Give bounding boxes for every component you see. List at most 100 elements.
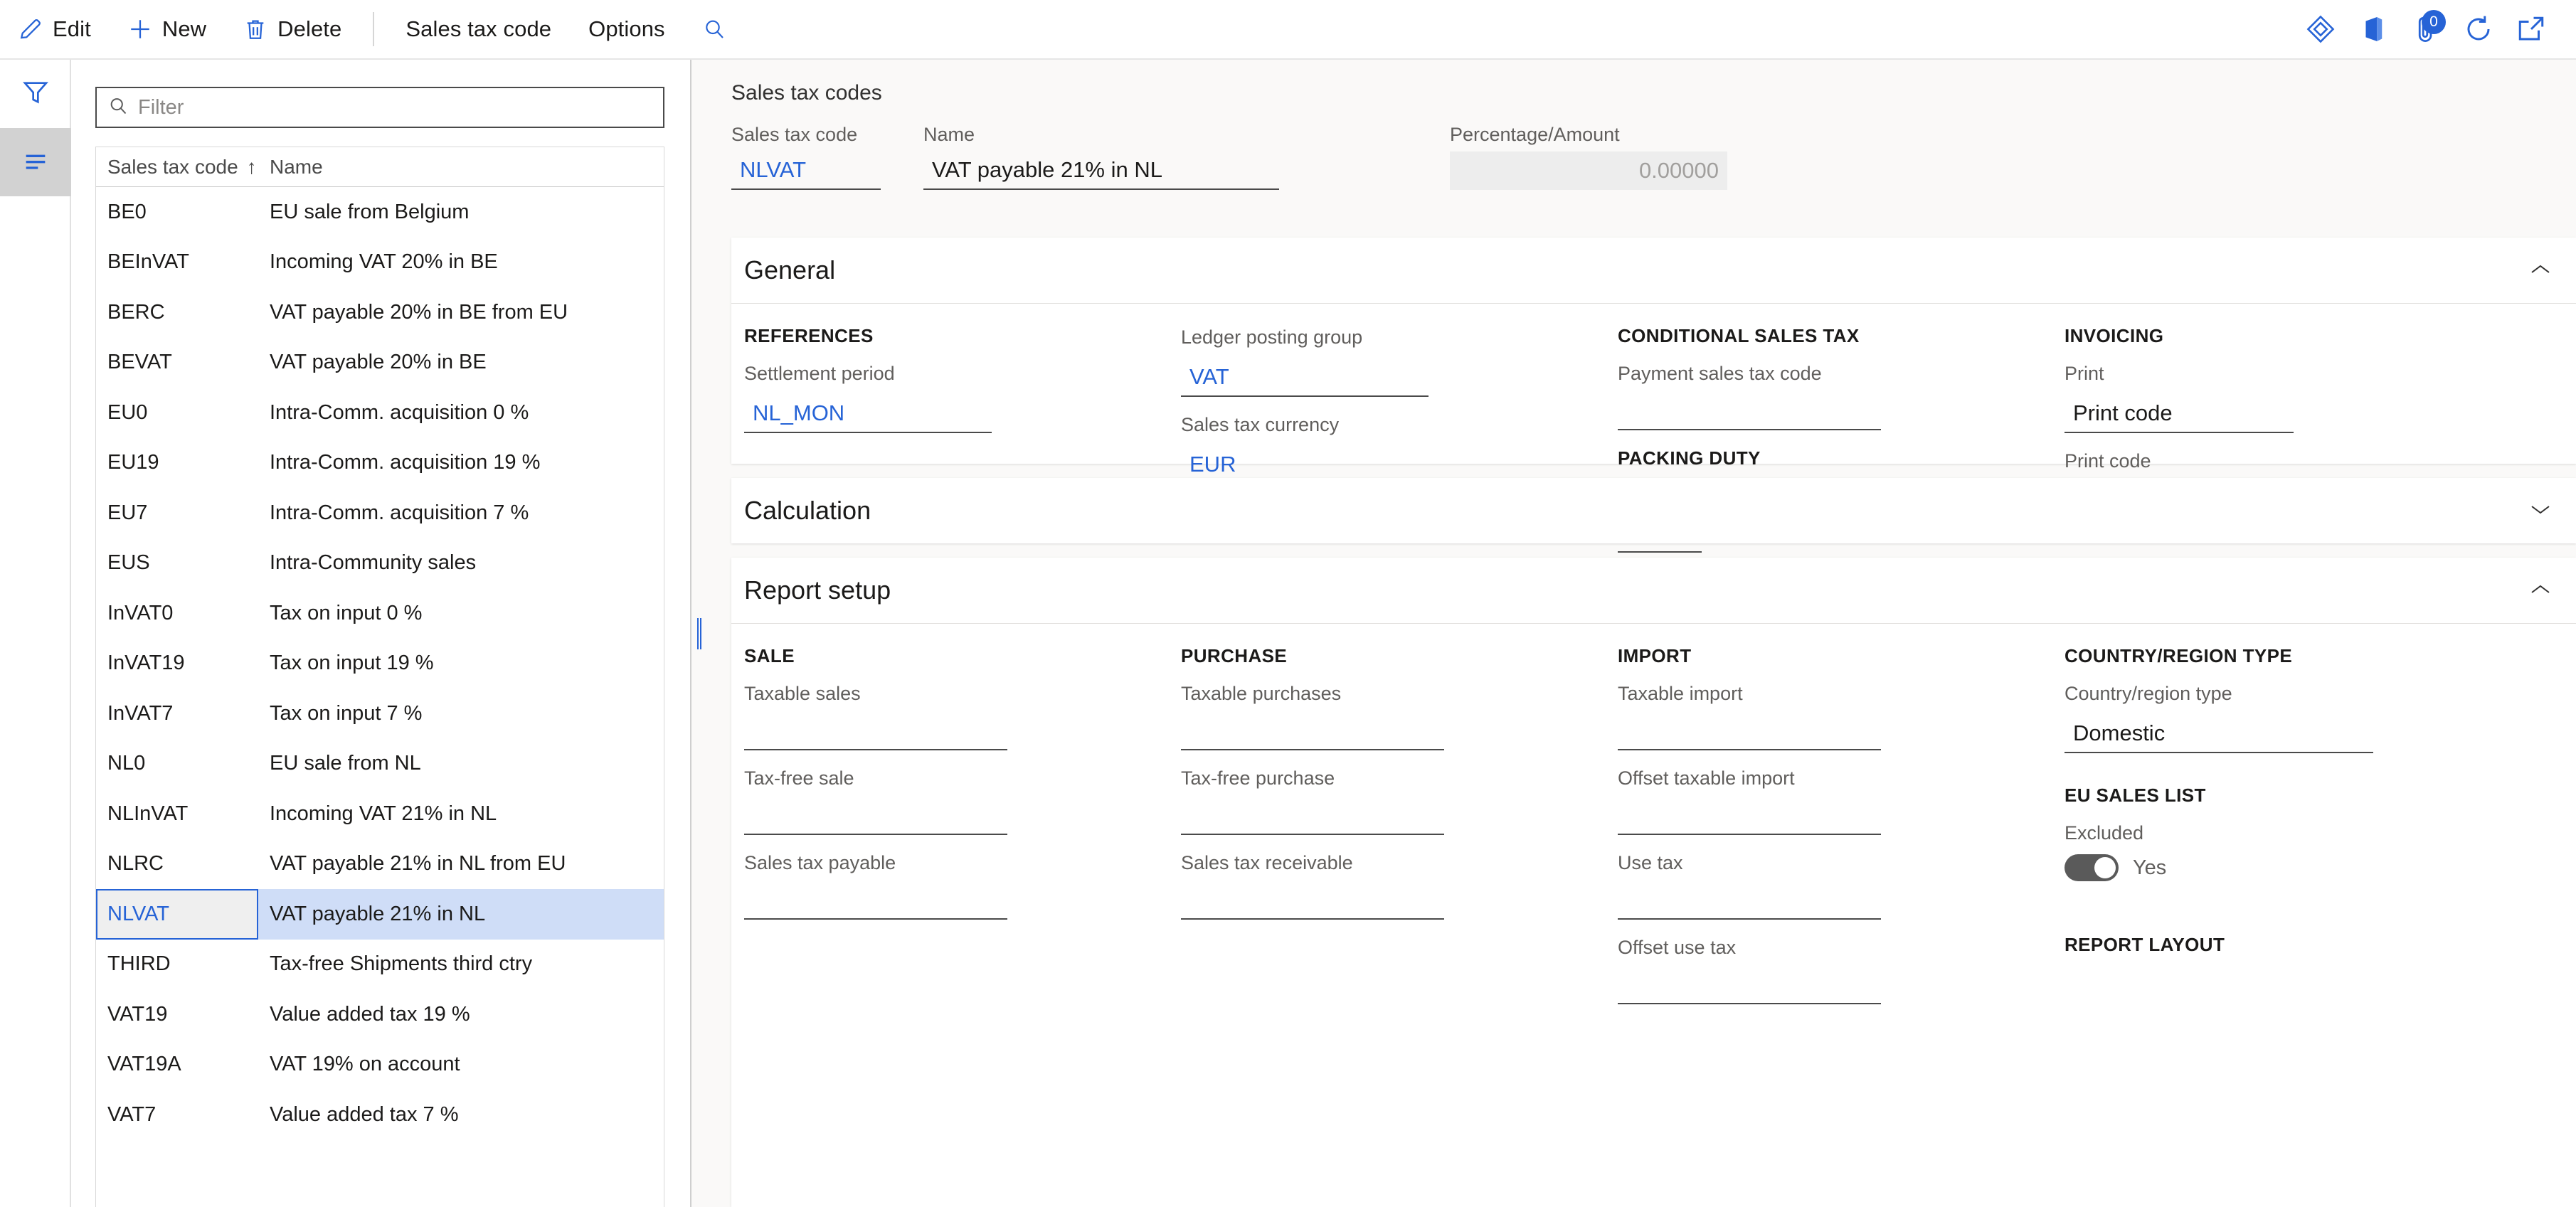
field-sales-tax-code-value[interactable]: NLVAT — [731, 151, 881, 190]
menu-options[interactable]: Options — [573, 7, 681, 51]
field-ledger-posting-group-value[interactable]: VAT — [1181, 358, 1429, 397]
search-button[interactable] — [687, 7, 742, 51]
cell-name[interactable]: Intra-Comm. acquisition 19 % — [258, 451, 664, 474]
cell-sales-tax-code[interactable]: VAT7 — [96, 1103, 258, 1127]
pane-splitter[interactable] — [691, 60, 707, 1207]
filter-input[interactable]: Filter — [95, 87, 664, 128]
cell-name[interactable]: EU sale from NL — [258, 752, 664, 775]
field-offset-taxable-import-value[interactable] — [1618, 799, 1881, 835]
chevron-up-icon[interactable] — [2529, 260, 2552, 280]
attachment-icon[interactable]: 0 — [2400, 4, 2452, 54]
field-name-value[interactable]: VAT payable 21% in NL — [923, 151, 1279, 190]
table-row[interactable]: InVAT7 Tax on input 7 % — [96, 688, 664, 739]
field-payment-sales-tax-code-value[interactable] — [1618, 395, 1881, 430]
cell-sales-tax-code[interactable]: InVAT0 — [96, 602, 258, 625]
cell-sales-tax-code[interactable]: InVAT7 — [96, 702, 258, 725]
field-taxable-import-value[interactable] — [1618, 715, 1881, 750]
field-taxable-sales-value[interactable] — [744, 715, 1007, 750]
cell-name[interactable]: Tax on input 0 % — [258, 602, 664, 625]
table-row[interactable]: VAT19 Value added tax 19 % — [96, 989, 664, 1040]
table-row[interactable]: NL0 EU sale from NL — [96, 739, 664, 789]
field-taxable-purchases-value[interactable] — [1181, 715, 1444, 750]
field-sales-tax-payable-value[interactable] — [744, 884, 1007, 920]
cell-name[interactable]: Tax on input 7 % — [258, 702, 664, 725]
table-row[interactable]: VAT19A VAT 19% on account — [96, 1040, 664, 1090]
cell-name[interactable]: EU sale from Belgium — [258, 201, 664, 224]
excluded-toggle[interactable] — [2064, 854, 2119, 881]
cell-name[interactable]: VAT payable 20% in BE — [258, 351, 664, 374]
field-taxable-sales: Taxable sales — [744, 683, 1168, 750]
table-row[interactable]: THIRD Tax-free Shipments third ctry — [96, 940, 664, 990]
cell-sales-tax-code[interactable]: EUS — [96, 551, 258, 575]
table-row[interactable]: BEInVAT Incoming VAT 20% in BE — [96, 238, 664, 288]
cell-sales-tax-code[interactable]: NL0 — [96, 752, 258, 775]
cell-sales-tax-code[interactable]: THIRD — [96, 952, 258, 976]
cell-name[interactable]: Incoming VAT 20% in BE — [258, 250, 664, 274]
cell-sales-tax-code[interactable]: VAT19A — [96, 1053, 258, 1076]
table-row[interactable]: EU7 Intra-Comm. acquisition 7 % — [96, 488, 664, 538]
cell-name[interactable]: Intra-Comm. acquisition 7 % — [258, 501, 664, 525]
field-tax-free-sale-value[interactable] — [744, 799, 1007, 835]
cell-sales-tax-code[interactable]: VAT19 — [96, 1003, 258, 1026]
table-row[interactable]: NLInVAT Incoming VAT 21% in NL — [96, 789, 664, 839]
cell-name[interactable]: Intra-Community sales — [258, 551, 664, 575]
edit-button[interactable]: Edit — [3, 7, 107, 51]
cell-sales-tax-code[interactable]: BEVAT — [96, 351, 258, 374]
cell-name[interactable]: Value added tax 7 % — [258, 1103, 664, 1127]
cell-sales-tax-code[interactable]: BE0 — [96, 201, 258, 224]
cell-name[interactable]: Intra-Comm. acquisition 0 % — [258, 401, 664, 425]
cell-sales-tax-code[interactable]: EU0 — [96, 401, 258, 425]
delete-button[interactable]: Delete — [228, 7, 357, 51]
field-country-region-type-value[interactable]: Domestic — [2064, 715, 2373, 753]
diamond-apps-icon[interactable] — [2294, 4, 2347, 54]
table-row[interactable]: EU0 Intra-Comm. acquisition 0 % — [96, 388, 664, 438]
table-row[interactable]: VAT7 Value added tax 7 % — [96, 1090, 664, 1140]
cell-name[interactable]: VAT payable 20% in BE from EU — [258, 301, 664, 324]
cell-sales-tax-code[interactable]: EU19 — [96, 451, 258, 474]
table-row[interactable]: BE0 EU sale from Belgium — [96, 187, 664, 238]
table-row[interactable]: BERC VAT payable 20% in BE from EU — [96, 287, 664, 338]
filter-pane-button[interactable] — [0, 60, 71, 128]
list-pane-button[interactable] — [0, 128, 71, 196]
table-row[interactable]: EU19 Intra-Comm. acquisition 19 % — [96, 438, 664, 489]
cell-sales-tax-code[interactable]: BERC — [96, 301, 258, 324]
cell-name[interactable]: Tax-free Shipments third ctry — [258, 952, 664, 976]
cell-name[interactable]: VAT 19% on account — [258, 1053, 664, 1076]
refresh-icon[interactable] — [2452, 4, 2505, 54]
office-icon[interactable] — [2347, 4, 2400, 54]
cell-sales-tax-code[interactable]: NLInVAT — [96, 802, 258, 826]
chevron-down-icon[interactable] — [2529, 501, 2552, 521]
table-row[interactable]: InVAT0 Tax on input 0 % — [96, 588, 664, 639]
field-use-tax-value[interactable] — [1618, 884, 1881, 920]
column-header-name[interactable]: Name — [258, 156, 664, 179]
menu-sales-tax-code[interactable]: Sales tax code — [390, 7, 567, 51]
field-sales-tax-receivable-value[interactable] — [1181, 884, 1444, 920]
section-calculation-header[interactable]: Calculation — [731, 478, 2576, 543]
cell-name[interactable]: Incoming VAT 21% in NL — [258, 802, 664, 826]
chevron-up-icon[interactable] — [2529, 580, 2552, 600]
cell-sales-tax-code[interactable]: EU7 — [96, 501, 258, 525]
section-report-setup-header[interactable]: Report setup — [731, 558, 2576, 623]
group-report-layout-header: REPORT LAYOUT — [2064, 934, 2225, 955]
cell-name[interactable]: Value added tax 19 % — [258, 1003, 664, 1026]
field-print-value[interactable]: Print code — [2064, 395, 2294, 433]
table-row[interactable]: InVAT19 Tax on input 19 % — [96, 639, 664, 689]
table-row[interactable]: NLRC VAT payable 21% in NL from EU — [96, 839, 664, 890]
open-in-new-window-icon[interactable] — [2505, 4, 2558, 54]
new-button[interactable]: New — [112, 7, 222, 51]
field-tax-free-purchase-value[interactable] — [1181, 799, 1444, 835]
cell-sales-tax-code[interactable]: NLVAT — [96, 889, 258, 940]
cell-name[interactable]: VAT payable 21% in NL — [258, 903, 664, 926]
cell-sales-tax-code[interactable]: NLRC — [96, 852, 258, 876]
cell-sales-tax-code[interactable]: InVAT19 — [96, 652, 258, 675]
table-row[interactable]: NLVAT VAT payable 21% in NL — [96, 889, 664, 940]
column-header-sales-tax-code[interactable]: Sales tax code ↑ — [96, 156, 258, 179]
table-row[interactable]: EUS Intra-Community sales — [96, 538, 664, 589]
field-offset-use-tax-value[interactable] — [1618, 969, 1881, 1004]
cell-name[interactable]: Tax on input 19 % — [258, 652, 664, 675]
cell-sales-tax-code[interactable]: BEInVAT — [96, 250, 258, 274]
section-general-header[interactable]: General — [731, 238, 2576, 303]
cell-name[interactable]: VAT payable 21% in NL from EU — [258, 852, 664, 876]
field-settlement-period-value[interactable]: NL_MON — [744, 395, 992, 433]
table-row[interactable]: BEVAT VAT payable 20% in BE — [96, 338, 664, 388]
